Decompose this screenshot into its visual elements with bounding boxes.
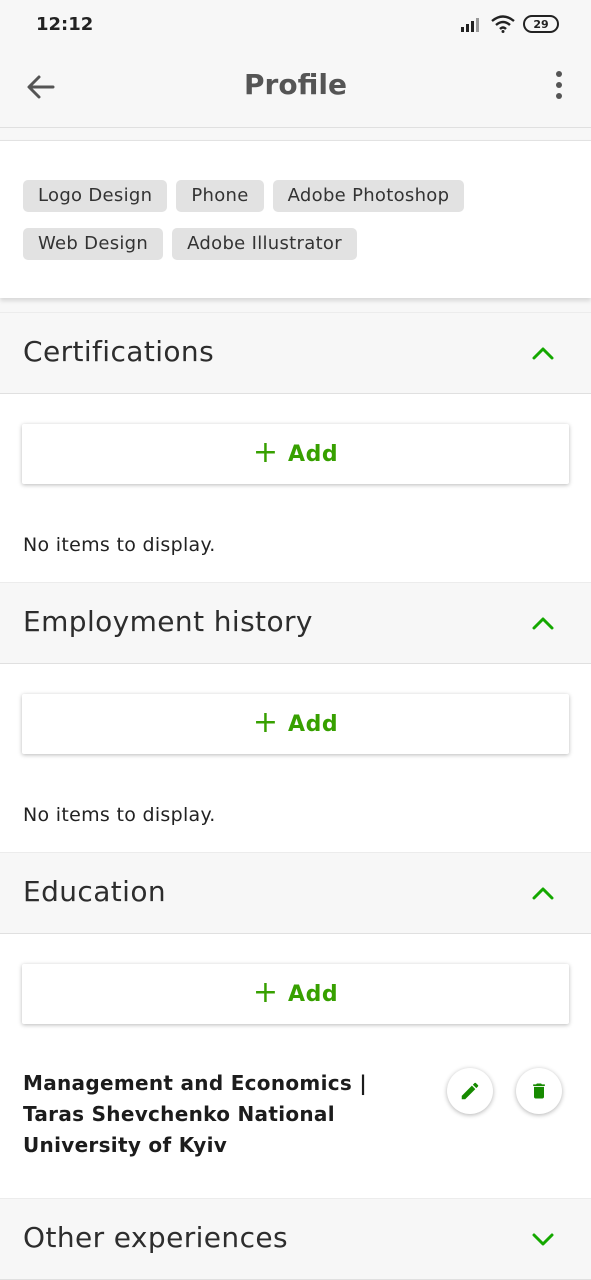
employment-header[interactable]: Employment history <box>0 582 591 664</box>
skill-chip: Adobe Illustrator <box>172 228 357 260</box>
status-time: 12:12 <box>36 14 94 35</box>
edit-education-button[interactable] <box>447 1068 493 1114</box>
delete-education-button[interactable] <box>516 1068 562 1114</box>
wifi-icon <box>491 15 515 33</box>
skills-chip-list: Logo Design Phone Adobe Photoshop Web De… <box>23 180 563 260</box>
page-title: Profile <box>244 68 347 101</box>
chevron-up-icon[interactable] <box>531 881 555 905</box>
status-bar: 12:12 29 <box>0 0 591 52</box>
signal-icon <box>461 18 479 32</box>
certifications-header[interactable]: Certifications <box>0 312 591 394</box>
skill-chip: Phone <box>176 180 264 212</box>
chevron-down-icon[interactable] <box>531 1227 555 1251</box>
section-title: Education <box>23 875 166 908</box>
chevron-up-icon[interactable] <box>531 611 555 635</box>
add-label: Add <box>288 981 339 1007</box>
empty-state-text: No items to display. <box>23 534 216 556</box>
section-title: Certifications <box>23 335 215 368</box>
battery-icon: 29 <box>523 15 559 33</box>
add-label: Add <box>288 441 339 467</box>
trash-icon <box>533 1083 545 1099</box>
pencil-icon <box>461 1082 479 1100</box>
chevron-up-icon[interactable] <box>531 341 555 365</box>
app-bar: Profile <box>0 52 591 128</box>
section-title: Employment history <box>23 605 313 638</box>
employment-body: + Add No items to display. <box>0 664 591 852</box>
status-icons: 29 <box>461 15 559 33</box>
more-vert-icon[interactable] <box>549 68 569 102</box>
plus-icon: + <box>252 975 279 1010</box>
plus-icon: + <box>252 435 279 470</box>
skill-chip: Logo Design <box>23 180 168 212</box>
education-header[interactable]: Education <box>0 852 591 934</box>
skill-chip: Adobe Photoshop <box>272 180 465 212</box>
skill-chip: Web Design <box>23 228 164 260</box>
certifications-body: + Add No items to display. <box>0 394 591 582</box>
add-employment-button[interactable]: + Add <box>22 694 569 754</box>
plus-icon: + <box>252 705 279 740</box>
battery-level: 29 <box>533 17 549 31</box>
skills-card: Logo Design Phone Adobe Photoshop Web De… <box>0 140 591 298</box>
empty-state-text: No items to display. <box>23 804 216 826</box>
education-item-title: Management and Economics | Taras Shevche… <box>23 1071 367 1157</box>
other-experiences-header[interactable]: Other experiences <box>0 1198 591 1280</box>
section-title: Other experiences <box>23 1221 288 1254</box>
add-label: Add <box>288 711 339 737</box>
add-education-button[interactable]: + Add <box>22 964 569 1024</box>
add-certification-button[interactable]: + Add <box>22 424 569 484</box>
